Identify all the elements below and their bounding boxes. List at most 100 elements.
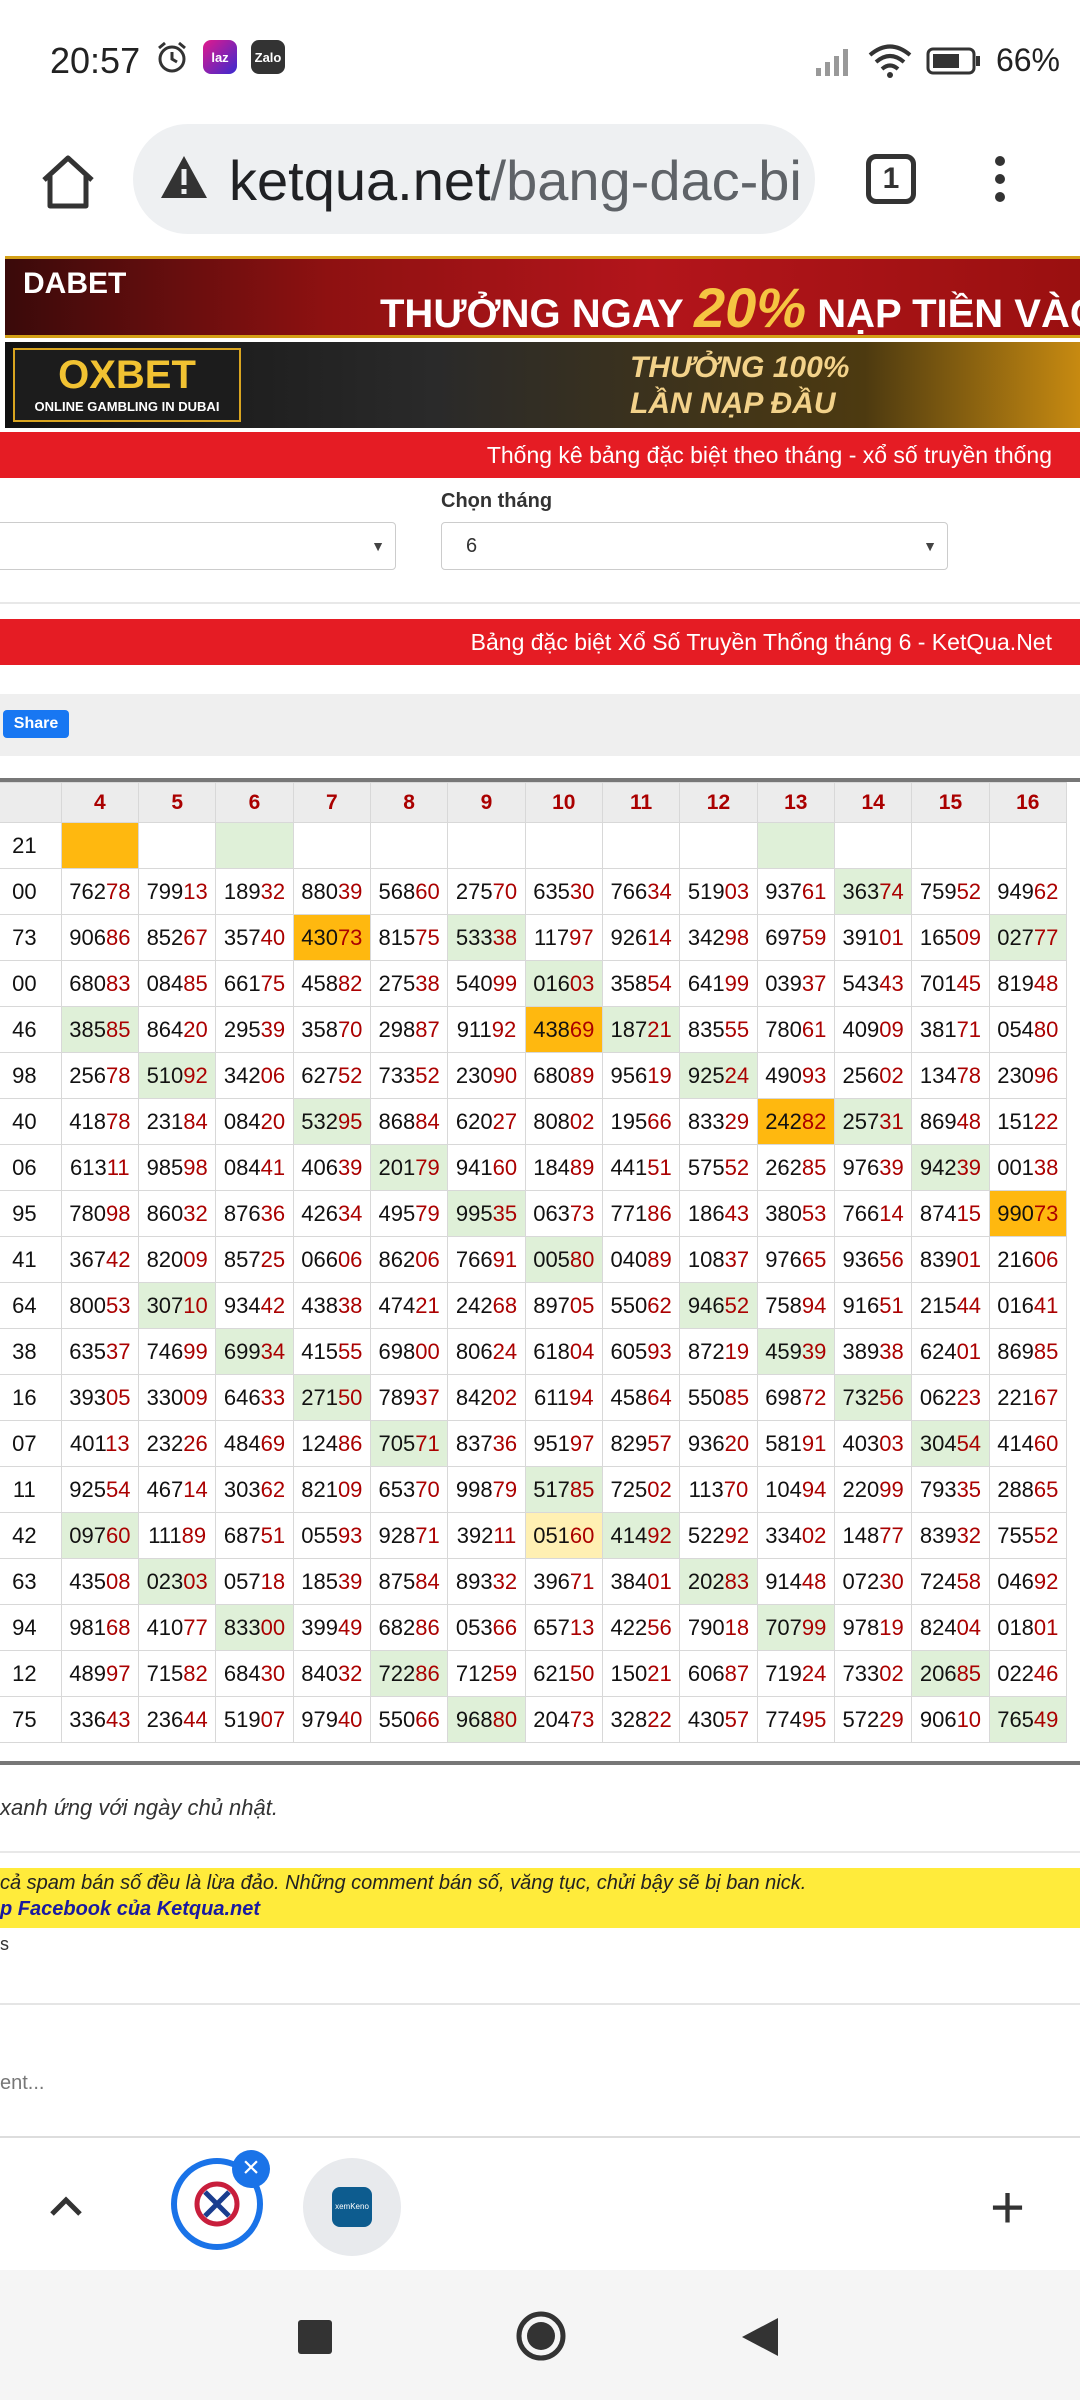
- warning-icon[interactable]: [159, 154, 209, 200]
- divider: [0, 1851, 1080, 1853]
- new-tab-icon[interactable]: +: [990, 2178, 1025, 2238]
- table-cell: 26285: [756, 1144, 835, 1191]
- table-cell: 10494: [756, 1466, 835, 1513]
- table-cell: 72286: [369, 1650, 449, 1697]
- table-cell: 02246: [988, 1650, 1068, 1697]
- table-cell: 08485: [137, 960, 217, 1007]
- table-cell: 43073: [292, 914, 371, 961]
- table-cell: 86420: [137, 1006, 217, 1053]
- table-cell: 42256: [601, 1604, 681, 1651]
- table-cell: 46714: [137, 1466, 217, 1513]
- table-cell: 39671: [524, 1558, 603, 1605]
- table-cell: 35854: [601, 960, 681, 1007]
- table-cell: 11370: [679, 1466, 758, 1513]
- year-select[interactable]: ▼: [0, 522, 396, 570]
- header-cell: 11: [601, 782, 681, 823]
- facebook-share-button[interactable]: Share: [3, 710, 69, 738]
- table-row: 11 92554 46714 30362 82109 65370 99879 51785 725…: [0, 1466, 1068, 1513]
- table-cell: 95197: [524, 1420, 603, 1467]
- table-cell: 54343: [833, 960, 913, 1007]
- table-cell: 87584: [369, 1558, 449, 1605]
- xemkeno-favicon-icon: xemKeno: [332, 2187, 372, 2227]
- table-cell: 73256: [833, 1374, 913, 1421]
- table-cell: 43838: [292, 1282, 371, 1329]
- table-cell: [60, 822, 140, 869]
- header-cell: 14: [833, 782, 913, 823]
- table-cell: 39949: [292, 1604, 371, 1651]
- table-cell: [292, 822, 371, 869]
- table-cell: 88039: [292, 868, 371, 915]
- section-title-stats: Thống kê bảng đặc biệt theo tháng - xổ s…: [0, 432, 1080, 478]
- dabet-banner-ad[interactable]: DABET THƯỞNG NGAY 20% NẠP TIỀN VÀO THỨ: [5, 256, 1080, 339]
- back-icon[interactable]: [740, 2316, 780, 2358]
- oxbet-banner-ad[interactable]: OXBET ONLINE GAMBLING IN DUBAI THƯỞNG 100…: [5, 342, 1080, 428]
- status-bar: 20:57 laz Zalo 66%: [0, 0, 1080, 120]
- table-cell: 79018: [679, 1604, 758, 1651]
- tab-xemkeno[interactable]: xemKeno: [303, 2158, 401, 2256]
- recents-icon[interactable]: [298, 2320, 332, 2354]
- table-cell: 81948: [988, 960, 1068, 1007]
- table-cell: 70571: [369, 1420, 449, 1467]
- system-status: 66%: [814, 42, 1060, 79]
- table-cell: 41: [0, 1236, 62, 1283]
- table-cell: 99535: [447, 1190, 526, 1237]
- comment-input[interactable]: ent...: [0, 2072, 44, 2095]
- oxbet-line2: LẦN NẠP ĐẦU: [630, 387, 836, 420]
- table-cell: 97819: [833, 1604, 913, 1651]
- table-cell: 53295: [292, 1098, 371, 1145]
- address-bar[interactable]: ketqua.net/bang-dac-bi: [133, 124, 815, 234]
- table-cell: 60593: [601, 1328, 681, 1375]
- table-cell: 77495: [756, 1696, 835, 1743]
- table-cell: 03937: [756, 960, 835, 1007]
- facebook-group-link[interactable]: p Facebook của Ketqua.net: [0, 1898, 260, 1921]
- header-cell: [0, 782, 62, 823]
- table-cell: 40303: [833, 1420, 913, 1467]
- table-cell: 91448: [756, 1558, 835, 1605]
- table-cell: 55066: [369, 1696, 449, 1743]
- section-title-table: Bảng đặc biệt Xổ Số Truyền Thống tháng 6…: [0, 619, 1080, 665]
- month-select[interactable]: 6 ▼: [441, 522, 948, 570]
- tab-switcher-button[interactable]: 1: [866, 154, 916, 204]
- table-cell: 75952: [911, 868, 990, 915]
- table-cell: 92614: [601, 914, 681, 961]
- home-icon[interactable]: [36, 150, 100, 214]
- header-cell: 8: [369, 782, 449, 823]
- table-cell: 33009: [137, 1374, 217, 1421]
- table-cell: 91651: [833, 1282, 913, 1329]
- header-cell: 13: [756, 782, 835, 823]
- table-cell: 61804: [524, 1328, 603, 1375]
- table-cell: 86032: [137, 1190, 217, 1237]
- table-cell: 40909: [833, 1006, 913, 1053]
- table-cell: 25678: [60, 1052, 140, 1099]
- table-row: 95 78098 86032 87636 42634 49579 99535 06373 771…: [0, 1190, 1068, 1237]
- table-cell: 76549: [988, 1696, 1068, 1743]
- table-cell: 49093: [756, 1052, 835, 1099]
- home-nav-icon[interactable]: [515, 2310, 567, 2362]
- url-text[interactable]: ketqua.net/bang-dac-bi: [229, 148, 799, 213]
- table-cell: 23644: [137, 1696, 217, 1743]
- table-cell: 18721: [601, 1006, 681, 1053]
- table-cell: 72458: [911, 1558, 990, 1605]
- table-cell: 62401: [911, 1328, 990, 1375]
- table-cell: 94: [0, 1604, 62, 1651]
- table-cell: 04089: [601, 1236, 681, 1283]
- table-cell: 55085: [679, 1374, 758, 1421]
- table-cell: 76614: [833, 1190, 913, 1237]
- table-cell: 25731: [833, 1098, 913, 1145]
- table-cell: 29887: [369, 1006, 449, 1053]
- table-cell: 48469: [215, 1420, 294, 1467]
- oxbet-line1: THƯỞNG 100%: [630, 351, 850, 384]
- table-row: 73 90686 85267 35740 43073 81575 53338 11797 926…: [0, 914, 1068, 961]
- table-cell: [601, 822, 681, 869]
- table-cell: 77186: [601, 1190, 681, 1237]
- chevron-up-icon[interactable]: [48, 2188, 84, 2224]
- table-cell: 78937: [369, 1374, 449, 1421]
- table-row: 42 09760 11189 68751 05593 92871 39211 05160 414…: [0, 1512, 1068, 1559]
- table-cell: 40: [0, 1098, 62, 1145]
- table-cell: 93620: [679, 1420, 758, 1467]
- table-cell: 06: [0, 1144, 62, 1191]
- close-tab-icon[interactable]: ×: [232, 2150, 270, 2188]
- web-page: DABET THƯỞNG NGAY 20% NẠP TIỀN VÀO THỨ O…: [0, 250, 1080, 2135]
- table-cell: 78098: [60, 1190, 140, 1237]
- more-menu-icon[interactable]: [990, 150, 1010, 210]
